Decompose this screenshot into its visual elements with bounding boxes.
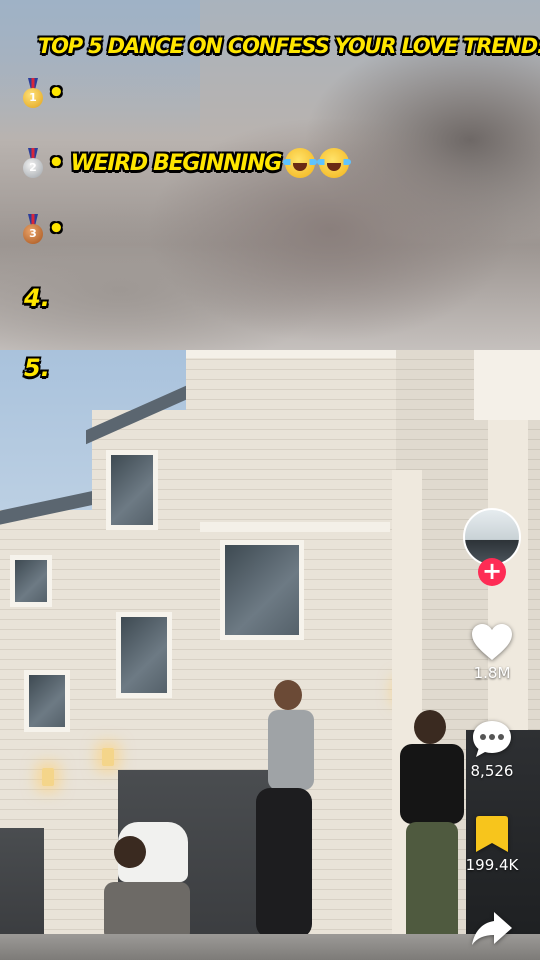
like-button[interactable]: 1.8M	[444, 622, 540, 682]
rank-2-text: WEIRD BEGINNING	[70, 150, 283, 176]
rank-3: 3 •	[22, 214, 65, 244]
share-icon	[472, 912, 512, 945]
dancer-left	[104, 818, 194, 948]
rank-5-label: 5.	[24, 354, 50, 382]
video-player[interactable]: TOP 5 DANCE ON CONFESS YOUR LOVE TREND: …	[0, 0, 540, 960]
share-button[interactable]	[444, 908, 540, 948]
like-count: 1.8M	[473, 664, 511, 682]
follow-button[interactable]: +	[478, 558, 506, 586]
rank-3-bullet: •	[48, 214, 65, 244]
bronze-medal-icon: 3	[22, 214, 44, 244]
silver-medal-icon: 2	[22, 148, 44, 178]
rank-2: 2 • WEIRD BEGINNING	[22, 148, 351, 178]
save-count: 199.4K	[465, 856, 519, 874]
comment-button[interactable]: 8,526	[444, 718, 540, 780]
rank-1: 1 •	[22, 78, 65, 108]
laughing-emoji-icon	[283, 148, 317, 178]
laughing-emoji-icon	[317, 148, 351, 178]
comment-count: 8,526	[470, 762, 514, 780]
plus-icon: +	[481, 557, 503, 585]
rank-4-label: 4.	[24, 284, 50, 312]
heart-icon	[472, 624, 512, 660]
bookmark-icon	[476, 816, 508, 852]
overlay-headline: TOP 5 DANCE ON CONFESS YOUR LOVE TREND:	[38, 34, 540, 58]
save-button[interactable]: 199.4K	[444, 814, 540, 874]
rank-1-bullet: •	[48, 78, 65, 108]
rank-2-bullet: •	[48, 148, 65, 178]
dancer-center	[252, 680, 328, 950]
gold-medal-icon: 1	[22, 78, 44, 108]
comment-icon	[473, 721, 511, 757]
